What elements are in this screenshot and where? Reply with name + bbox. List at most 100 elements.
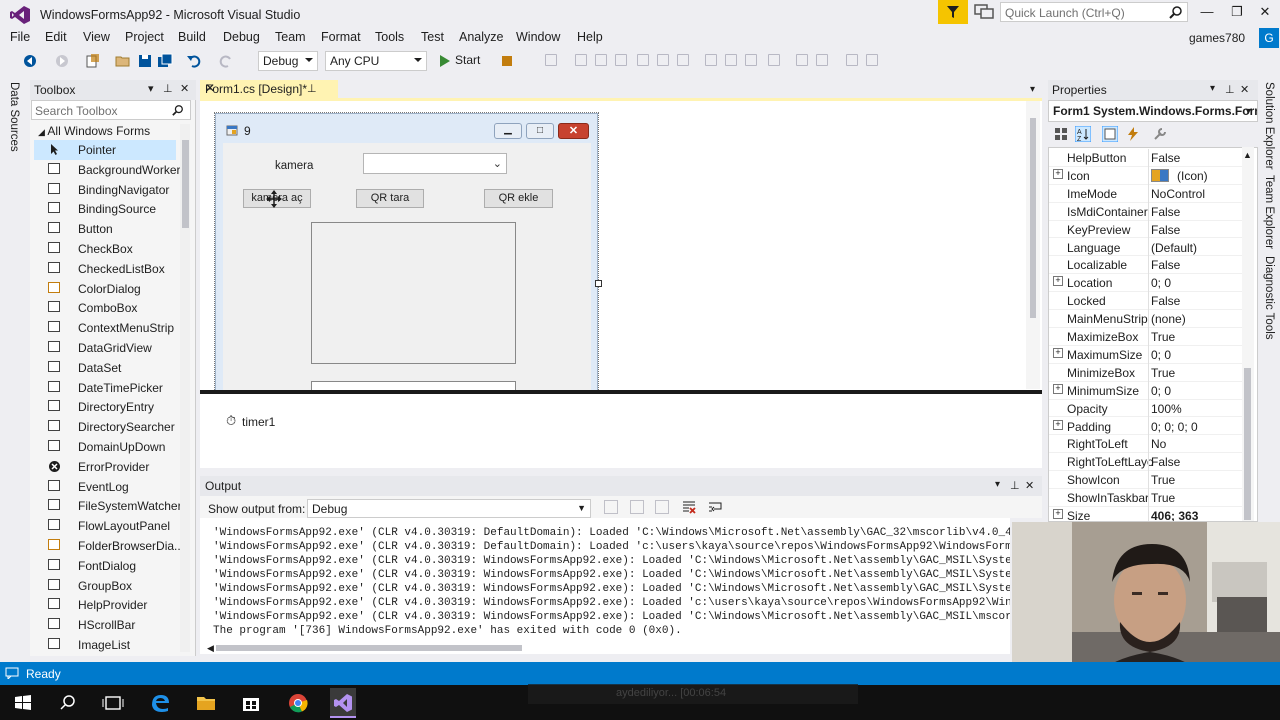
toolbox-item[interactable]: DirectorySearcher (34, 417, 176, 437)
align-middle-icon[interactable] (657, 54, 669, 66)
align-right-icon[interactable] (615, 54, 627, 66)
undo-icon[interactable] (186, 53, 202, 69)
clear-all-icon[interactable] (682, 500, 696, 514)
categorized-icon[interactable] (1054, 127, 1068, 141)
menu-build[interactable]: Build (178, 30, 206, 44)
toolbox-item[interactable]: GroupBox (34, 576, 176, 596)
properties-scroll-thumb[interactable] (1244, 368, 1251, 520)
property-row[interactable]: Localizable False (1049, 256, 1245, 275)
toolbox-item[interactable]: ContextMenuStrip (34, 318, 176, 338)
chrome-icon[interactable] (283, 688, 313, 718)
property-value[interactable]: True (1151, 366, 1175, 380)
edge-browser-icon[interactable] (145, 688, 175, 718)
search-icon[interactable] (53, 688, 83, 718)
horizontal-spacing-icon[interactable] (796, 54, 808, 66)
property-value[interactable]: True (1151, 330, 1175, 344)
toolbox-scroll-thumb[interactable] (182, 140, 189, 228)
toolbox-close-icon[interactable]: ✕ (180, 82, 189, 95)
component-timer1[interactable]: timer1 (242, 415, 275, 429)
property-value[interactable]: 100% (1151, 402, 1182, 416)
button-qr-tara[interactable]: QR tara (356, 189, 424, 208)
expand-plus-icon[interactable]: + (1053, 276, 1063, 287)
feedback-icon[interactable] (974, 4, 994, 20)
toolbox-item[interactable]: FlowLayoutPanel (34, 516, 176, 536)
form-maximize-button[interactable]: □ (526, 123, 554, 139)
toolbox-item[interactable]: ImageList (34, 635, 176, 655)
toolbox-item[interactable]: Button (34, 219, 176, 239)
output-pin-icon[interactable]: ⊥ (1010, 479, 1020, 492)
property-value[interactable]: False (1151, 205, 1180, 219)
expand-plus-icon[interactable]: + (1053, 347, 1063, 358)
output-options-icon[interactable]: ▾ (995, 479, 1000, 490)
button-qr-ekle[interactable]: QR ekle (484, 189, 553, 208)
expand-plus-icon[interactable]: + (1053, 509, 1063, 519)
property-pages-wrench-icon[interactable] (1153, 127, 1167, 141)
property-row[interactable]: Locked False (1049, 292, 1245, 311)
component-tray[interactable] (200, 394, 1042, 468)
property-row[interactable]: MainMenuStrip (none) (1049, 310, 1245, 329)
store-icon[interactable] (236, 688, 266, 718)
designer-scroll-thumb[interactable] (1030, 118, 1036, 318)
properties-view-icon[interactable] (1102, 126, 1118, 142)
solution-configuration-select[interactable]: Debug (258, 51, 318, 71)
property-row[interactable]: Opacity 100% (1049, 399, 1245, 418)
property-row[interactable]: + Padding 0; 0; 0; 0 (1049, 417, 1245, 436)
toolbox-item[interactable]: ComboBox (34, 298, 176, 318)
align-center-icon[interactable] (595, 54, 607, 66)
make-same-size-icon[interactable] (745, 54, 757, 66)
property-row[interactable]: ImeMode NoControl (1049, 184, 1245, 203)
output-text-area[interactable]: 'WindowsFormsApp92.exe' (CLR v4.0.30319:… (200, 518, 1010, 654)
menu-file[interactable]: File (10, 30, 30, 44)
toolbox-item[interactable]: BackgroundWorker (34, 160, 181, 180)
previous-message-icon[interactable] (630, 500, 644, 514)
toolbox-item[interactable]: ColorDialog (34, 279, 176, 299)
property-row[interactable]: RightToLeftLayo False (1049, 453, 1245, 472)
data-sources-tab[interactable]: Data Sources (8, 82, 20, 152)
property-value[interactable]: 0; 0; 0; 0 (1151, 420, 1198, 434)
open-file-icon[interactable] (115, 53, 131, 69)
solution-explorer-tab[interactable]: Solution Explorer (1263, 82, 1275, 170)
property-row[interactable]: ShowIcon True (1049, 471, 1245, 490)
menu-edit[interactable]: Edit (45, 30, 67, 44)
align-bottom-icon[interactable] (677, 54, 689, 66)
close-button[interactable]: ✕ (1250, 2, 1280, 22)
property-value[interactable]: False (1151, 258, 1180, 272)
windows-start-icon[interactable] (8, 688, 38, 718)
solution-platform-select[interactable]: Any CPU (325, 51, 427, 71)
toolbox-item[interactable]: DirectoryEntry (34, 397, 176, 417)
word-wrap-icon[interactable] (708, 500, 722, 514)
vertical-spacing-icon[interactable] (816, 54, 828, 66)
menu-tools[interactable]: Tools (375, 30, 404, 44)
property-row[interactable]: HelpButton False (1049, 149, 1245, 167)
quick-launch-input[interactable]: Quick Launch (Ctrl+Q) (1000, 2, 1188, 22)
resize-grip-handle[interactable] (595, 280, 602, 287)
user-name[interactable]: games780 (1189, 31, 1245, 45)
property-row[interactable]: + Location 0; 0 (1049, 274, 1245, 293)
properties-object-select[interactable]: Form1 System.Windows.Forms.Form (1048, 100, 1258, 122)
toolbox-item[interactable]: BindingNavigator (34, 180, 176, 200)
property-row[interactable]: KeyPreview False (1049, 220, 1245, 239)
properties-pin-icon[interactable]: ⊥ (1225, 83, 1235, 96)
menu-test[interactable]: Test (421, 30, 444, 44)
toolbox-item[interactable]: HelpProvider (34, 595, 176, 615)
property-row[interactable]: + MinimumSize 0; 0 (1049, 381, 1245, 400)
toolbox-item[interactable]: CheckBox (34, 239, 176, 259)
forward-icon[interactable] (54, 53, 70, 69)
toolbox-item[interactable]: Pointer (34, 140, 176, 160)
toolbox-item[interactable]: CheckedListBox (34, 259, 176, 279)
redo-icon[interactable] (218, 53, 234, 69)
alphabetical-icon[interactable]: AZ (1075, 126, 1091, 142)
browser-link-icon[interactable] (500, 53, 516, 69)
toolbox-item[interactable]: DomainUpDown (34, 437, 176, 457)
tab-form1-design[interactable]: Form1.cs [Design]* ⊥ ✕ (200, 80, 338, 98)
back-icon[interactable] (22, 53, 38, 69)
property-value[interactable]: (none) (1151, 312, 1186, 326)
make-same-width-icon[interactable] (705, 54, 717, 66)
property-value[interactable]: False (1151, 294, 1180, 308)
menu-analyze[interactable]: Analyze (459, 30, 503, 44)
save-all-icon[interactable] (157, 53, 173, 69)
task-view-icon[interactable] (98, 688, 128, 718)
properties-options-icon[interactable]: ▾ (1210, 83, 1215, 94)
team-explorer-tab[interactable]: Team Explorer (1263, 175, 1275, 249)
restore-button[interactable]: ❐ (1222, 2, 1252, 22)
